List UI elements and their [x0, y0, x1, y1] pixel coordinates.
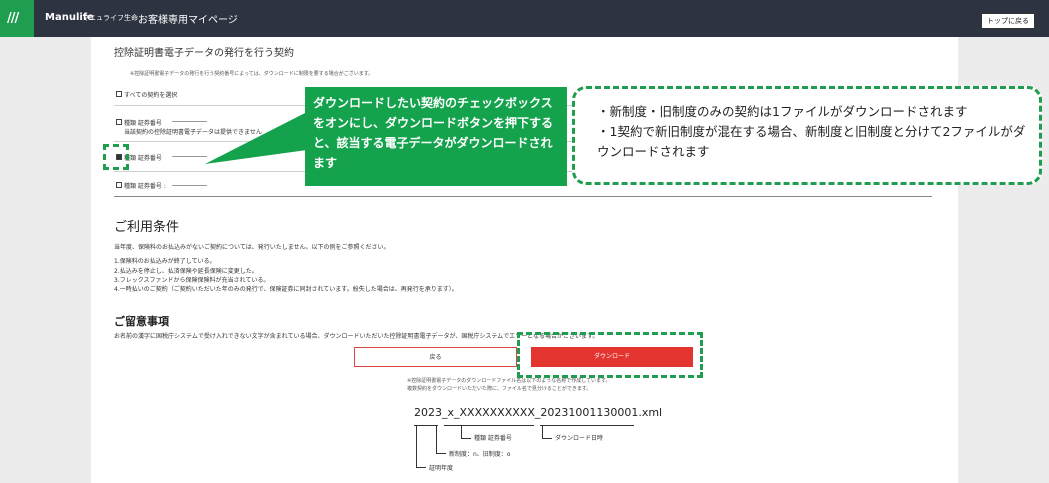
tree-line: [414, 425, 438, 426]
file-note-2: 複数契約をダウンロードいただいた際に、ファイル名で見分けることができます。: [407, 386, 592, 392]
policy-number-blank: [172, 185, 207, 186]
example-filename: 2023_x_XXXXXXXXXX_20231001130001.xml: [414, 406, 663, 419]
terms-intro: 当年度、保険料のお払込みがないご契約については、発行いたしません。以下の例をご参…: [114, 244, 390, 251]
contract-label-3: 種類 証券番号 :: [124, 183, 166, 190]
info-callout: ・新制度・旧制度のみの契約は1ファイルがダウンロードされます ・1契約で新旧制度…: [572, 86, 1042, 185]
tree-line: [416, 467, 426, 468]
contract-note: ※控除証明書電子データの発行を行う契約番号によっては、ダウンロードに制限を要する…: [130, 71, 374, 77]
divider: [114, 196, 932, 197]
terms-item-4: 4.一時払いのご契約（ご契約いただいた年のみの発行で、保険証券に同封されています…: [114, 286, 458, 293]
tree-line: [540, 425, 634, 426]
policy-number-blank: [172, 156, 207, 157]
back-button[interactable]: 戻る: [354, 347, 517, 367]
contract-section-title: 控除証明書電子データの発行を行う契約: [114, 48, 294, 59]
tree-line: [436, 425, 437, 454]
tree-line: [542, 438, 552, 439]
terms-item-2: 2.払込みを停止し、払済保険や延長保険に変更した。: [114, 268, 258, 275]
tree-line: [461, 425, 462, 439]
tree-line: [416, 425, 417, 468]
file-note-1: ※控除証明書電子データのダウンロードファイル名は以下のような名称で作成しています…: [407, 378, 611, 384]
brand-name-jp: マニュライフ生命: [82, 14, 138, 22]
tree-line: [436, 453, 446, 454]
terms-title: ご利用条件: [114, 220, 180, 235]
contract-checkbox-3[interactable]: [116, 182, 122, 188]
tree-line: [542, 425, 543, 439]
part-type-policy: 種類 証券番号: [474, 435, 512, 442]
back-to-top-button[interactable]: トップに戻る: [981, 13, 1035, 29]
select-all-label: すべての契約を選択: [124, 92, 178, 99]
tree-line: [444, 425, 534, 426]
policy-number-blank: [172, 121, 207, 122]
callout-pointer: [205, 112, 307, 164]
header-bar: /// Manulife マニュライフ生命 お客様専用マイページ トップに戻る: [0, 0, 1049, 37]
select-all-checkbox[interactable]: [116, 91, 122, 97]
instruction-callout: ダウンロードしたい契約のチェックボックスをオンにし、ダウンロードボタンを押下する…: [305, 87, 567, 186]
contract-checkbox-1[interactable]: [116, 119, 122, 125]
terms-item-1: 1.保険料のお払込みが終了している。: [114, 258, 216, 265]
info-line-2: ・1契約で新旧制度が混在する場合、新制度と旧制度と分けて2ファイルがダウンロード…: [597, 124, 1026, 159]
part-download-datetime: ダウンロード日時: [555, 435, 604, 442]
tree-line: [461, 438, 471, 439]
page-title: お客様専用マイページ: [138, 15, 238, 26]
contract-label-2: 種類 証券番号: [124, 155, 162, 162]
manulife-logo-icon: ///: [0, 0, 34, 37]
terms-item-3: 3.フレックスファンドから保険保険料が充当されている。: [114, 277, 270, 284]
checkbox-highlight: [103, 144, 129, 170]
download-button[interactable]: ダウンロード: [531, 347, 693, 367]
contract-label-1: 種類 証券番号: [124, 120, 162, 127]
info-line-1: ・新制度・旧制度のみの契約は1ファイルがダウンロードされます: [597, 104, 968, 119]
notice-title: ご留意事項: [114, 315, 169, 328]
part-system: 新制度：n、旧制度：o: [449, 451, 511, 458]
part-year: 証明年度: [429, 465, 454, 472]
